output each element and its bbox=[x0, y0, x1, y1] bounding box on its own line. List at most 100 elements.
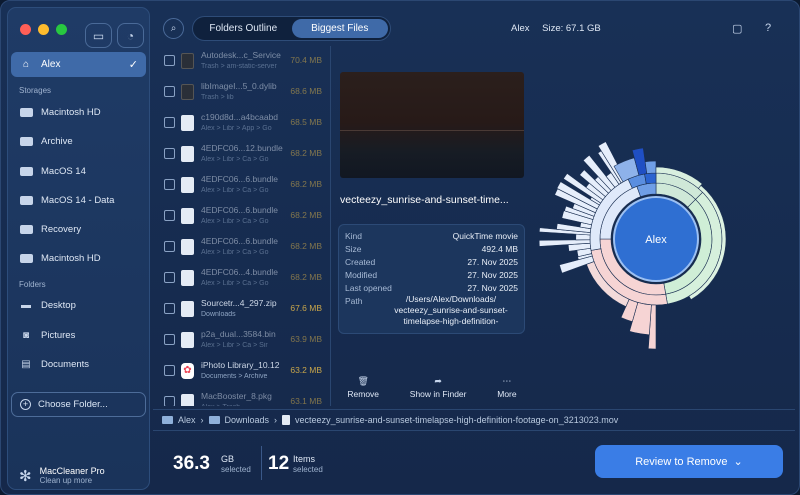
disk-icon bbox=[19, 224, 33, 235]
choose-folder-button[interactable]: + Choose Folder... bbox=[11, 392, 146, 417]
ellipsis-icon: ⋯ bbox=[502, 376, 511, 387]
file-path: Alex > Trash bbox=[201, 404, 285, 406]
sidebar-item-macintosh-hd-2[interactable]: Macintosh HD bbox=[19, 253, 101, 264]
tab-folders-outline[interactable]: Folders Outline bbox=[195, 19, 292, 38]
sidebar-item-desktop[interactable]: ▬ Desktop bbox=[19, 300, 76, 311]
file-checkbox[interactable] bbox=[164, 210, 175, 221]
speed-button[interactable]: ◔ bbox=[117, 23, 144, 48]
footer: 36.3 GB selected 12 Items selected Revie… bbox=[153, 432, 795, 490]
share-arrow-icon: ➦ bbox=[434, 376, 442, 387]
file-path: Alex > Libr > Ca > Go bbox=[201, 156, 285, 163]
selected-size-label: selected bbox=[221, 465, 251, 474]
file-icon bbox=[181, 394, 194, 406]
sidebar-item-macos14[interactable]: MacOS 14 bbox=[19, 166, 86, 177]
file-row[interactable]: MacBooster_8.pkg Alex > Trash 63.1 MB bbox=[153, 387, 330, 406]
file-name: 4EDFC06...12.bundle bbox=[201, 143, 285, 153]
file-row[interactable]: p2a_dual...3584.bin Alex > Libr > Ca > Si… bbox=[153, 325, 330, 356]
minimize-window-button[interactable] bbox=[38, 24, 49, 35]
file-row[interactable]: 4EDFC06...6.bundle Alex > Libr > Ca > Go 6… bbox=[153, 170, 330, 201]
checkmark-icon: ✓ bbox=[129, 58, 138, 71]
file-checkbox[interactable] bbox=[164, 334, 175, 345]
file-row[interactable]: Sourcetr...4_297.zip Downloads 67.6 MB bbox=[153, 294, 330, 325]
file-checkbox[interactable] bbox=[164, 179, 175, 190]
scan-summary: Alex Size: 67.1 GB bbox=[511, 23, 611, 34]
footer-divider bbox=[261, 446, 262, 480]
sidebar-user-label: Alex bbox=[41, 59, 60, 70]
help-icon[interactable]: ? bbox=[765, 22, 771, 34]
file-checkbox[interactable] bbox=[164, 55, 175, 66]
file-size: 68.2 MB bbox=[290, 272, 322, 282]
file-checkbox[interactable] bbox=[164, 86, 175, 97]
file-icon bbox=[181, 146, 194, 162]
file-row[interactable]: Autodesk...c_Service Trash > am-static-se… bbox=[153, 46, 330, 77]
file-path: Alex > Libr > App > Go bbox=[201, 125, 285, 132]
choose-folder-label: Choose Folder... bbox=[38, 399, 108, 410]
search-button[interactable]: ⌕ bbox=[163, 18, 184, 39]
sidebar-item-label: Recovery bbox=[41, 224, 81, 235]
file-row[interactable]: 4EDFC06...12.bundle Alex > Libr > Ca > Go… bbox=[153, 139, 330, 170]
brand-name: MacCleaner Pro bbox=[40, 466, 105, 476]
prop-created: Created 27. Nov 2025 bbox=[345, 256, 518, 269]
file-name: p2a_dual...3584.bin bbox=[201, 329, 285, 339]
file-row[interactable]: 4EDFC06...6.bundle Alex > Libr > Ca > Go 6… bbox=[153, 201, 330, 232]
selected-count-value: 12 bbox=[268, 453, 289, 475]
gauge-icon: ◔ bbox=[127, 29, 134, 43]
file-icon bbox=[181, 177, 194, 193]
file-checkbox[interactable] bbox=[164, 272, 175, 283]
sunburst-segment[interactable] bbox=[645, 173, 656, 184]
file-checkbox[interactable] bbox=[164, 148, 175, 159]
sidebar-item-macintosh-hd[interactable]: Macintosh HD bbox=[19, 107, 101, 118]
sidebar-item-user[interactable]: ⌂ Alex ✓ bbox=[11, 52, 146, 77]
breadcrumb-item-downloads[interactable]: Downloads bbox=[225, 415, 270, 425]
file-row[interactable]: 4EDFC06...4.bundle Alex > Libr > Ca > Go 6… bbox=[153, 263, 330, 294]
scan-user: Alex bbox=[511, 23, 529, 34]
toggle-sidebar-button[interactable]: ▭ bbox=[85, 23, 112, 48]
file-path: Alex > Libr > Ca > Sir bbox=[201, 342, 285, 349]
file-row[interactable]: 4EDFC06...6.bundle Alex > Libr > Ca > Go 6… bbox=[153, 232, 330, 263]
file-name: MacBooster_8.pkg bbox=[201, 391, 285, 401]
file-size: 68.6 MB bbox=[290, 86, 322, 96]
file-size: 63.1 MB bbox=[290, 396, 322, 406]
file-path: Alex > Libr > Ca > Go bbox=[201, 218, 285, 225]
close-window-button[interactable] bbox=[20, 24, 31, 35]
file-checkbox[interactable] bbox=[164, 241, 175, 252]
file-path: Trash > lib bbox=[201, 94, 285, 101]
feedback-icon[interactable]: ▢ bbox=[732, 22, 742, 35]
breadcrumb-item-file[interactable]: vecteezy_sunrise-and-sunset-timelapse-hi… bbox=[295, 415, 618, 425]
zoom-window-button[interactable] bbox=[56, 24, 67, 35]
file-checkbox[interactable] bbox=[164, 365, 175, 376]
sidebar-item-recovery[interactable]: Recovery bbox=[19, 224, 81, 235]
file-row[interactable]: libImageI...5_0.dylib Trash > lib 68.6 MB bbox=[153, 77, 330, 108]
sidebar-item-label: MacOS 14 bbox=[41, 166, 86, 177]
review-label: Review to Remove bbox=[635, 456, 727, 468]
search-icon: ⌕ bbox=[171, 23, 177, 34]
sidebar-item-pictures[interactable]: ◙ Pictures bbox=[19, 330, 75, 341]
sunburst-svg: Alex bbox=[532, 46, 794, 406]
brand: ✻ MacCleaner Pro Clean up more bbox=[19, 466, 105, 485]
tab-biggest-files[interactable]: Biggest Files bbox=[292, 19, 389, 38]
maccleaner-logo-icon: ✻ bbox=[19, 467, 32, 485]
file-checkbox[interactable] bbox=[164, 117, 175, 128]
review-to-remove-button[interactable]: Review to Remove ⌄ bbox=[595, 445, 783, 478]
breadcrumb-item-alex[interactable]: Alex bbox=[178, 415, 196, 425]
file-row[interactable]: c190d8d...a4bcaabd Alex > Libr > App > Go… bbox=[153, 108, 330, 139]
file-path: Alex > Libr > Ca > Go bbox=[201, 249, 285, 256]
file-path: Documents > Archive bbox=[201, 373, 285, 380]
file-icon bbox=[181, 84, 194, 100]
file-icon bbox=[181, 115, 194, 131]
more-button[interactable]: ⋯ More bbox=[497, 376, 516, 399]
file-checkbox[interactable] bbox=[164, 303, 175, 314]
sidebar-item-documents[interactable]: ▤ Documents bbox=[19, 359, 89, 370]
file-checkbox[interactable] bbox=[164, 396, 175, 406]
disk-icon bbox=[19, 253, 33, 264]
plus-icon: + bbox=[20, 399, 31, 410]
prop-kind: Kind QuickTime movie bbox=[345, 230, 518, 243]
show-in-finder-button[interactable]: ➦ Show in Finder bbox=[410, 376, 467, 399]
file-row[interactable]: ✿ iPhoto Library_10.12 Documents > Archive… bbox=[153, 356, 330, 387]
sidebar-item-archive[interactable]: Archive bbox=[19, 136, 73, 147]
sidebar-item-macos14-data[interactable]: MacOS 14 - Data bbox=[19, 195, 114, 206]
remove-button[interactable]: 🗑 Remove bbox=[347, 376, 379, 399]
prop-size: Size 492.4 MB bbox=[345, 243, 518, 256]
sunburst-segment[interactable] bbox=[645, 161, 656, 174]
sunburst-chart[interactable]: Alex bbox=[532, 46, 794, 406]
